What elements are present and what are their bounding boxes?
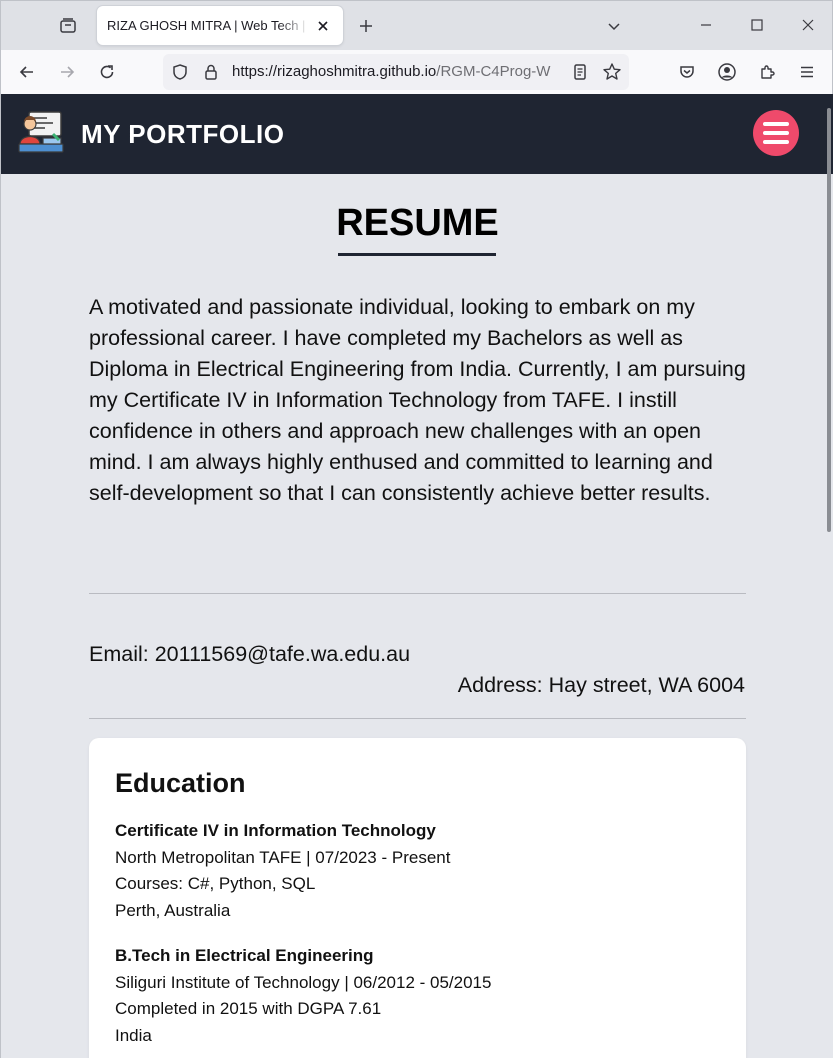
scrollbar-thumb[interactable] xyxy=(827,108,831,532)
url-text[interactable]: https://rizaghoshmitra.github.io/RGM-C4P… xyxy=(232,63,558,80)
active-tab[interactable]: RIZA GHOSH MITRA | Web Tech | Cert IV xyxy=(97,6,343,45)
minimize-icon xyxy=(701,24,711,26)
back-button[interactable] xyxy=(13,58,41,86)
tab-title: RIZA GHOSH MITRA | Web Tech | Cert IV xyxy=(107,18,309,33)
education-heading: Education xyxy=(115,768,246,798)
divider xyxy=(89,593,746,594)
education-detail: Completed in 2015 with DGPA 7.61 xyxy=(115,999,382,1018)
menu-bar-icon xyxy=(763,140,789,144)
maximize-button[interactable] xyxy=(734,9,780,41)
account-icon xyxy=(718,63,736,81)
url-path: /RGM-C4Prog-W xyxy=(436,63,551,80)
bookmark-star-icon[interactable] xyxy=(601,61,623,83)
close-tab-icon[interactable] xyxy=(313,16,333,36)
pocket-button[interactable] xyxy=(673,58,701,86)
divider xyxy=(89,718,746,719)
page-title: RESUME xyxy=(336,202,499,244)
institution: Siliguri Institute of Technology | 06/20… xyxy=(115,972,492,992)
page-viewport: MY PORTFOLIO RESUME A motivated and pass… xyxy=(0,94,833,1058)
extensions-button[interactable] xyxy=(753,58,781,86)
education-location: India xyxy=(115,1025,152,1045)
education-location: Perth, Australia xyxy=(115,900,231,920)
puzzle-icon xyxy=(761,65,775,79)
reader-view-icon[interactable] xyxy=(569,61,591,83)
menu-bar-icon xyxy=(763,122,789,126)
education-card: Education Certificate IV in Information … xyxy=(89,738,746,1058)
app-menu-button[interactable] xyxy=(793,58,821,86)
address-bar[interactable]: https://rizaghoshmitra.github.io/RGM-C4P… xyxy=(163,54,629,90)
degree-title: B.Tech in Electrical Engineering xyxy=(115,946,374,965)
maximize-icon xyxy=(751,19,763,31)
window-close-button[interactable] xyxy=(785,9,831,41)
new-tab-button[interactable] xyxy=(353,13,379,39)
education-entry: Certificate IV in Information Technology… xyxy=(115,818,450,924)
arrow-left-icon xyxy=(19,66,33,78)
heading-underline xyxy=(338,253,496,256)
list-all-tabs-button[interactable] xyxy=(601,13,627,39)
lock-icon[interactable] xyxy=(200,61,222,83)
institution: North Metropolitan TAFE | 07/2023 - Pres… xyxy=(115,847,451,867)
intro-paragraph: A motivated and passionate individual, l… xyxy=(89,295,746,505)
site-header: MY PORTFOLIO xyxy=(1,94,833,174)
portfolio-logo-icon[interactable] xyxy=(17,110,65,156)
firefox-view-button[interactable] xyxy=(55,13,81,39)
browser-tab-strip: RIZA GHOSH MITRA | Web Tech | Cert IV xyxy=(0,0,833,50)
site-title[interactable]: MY PORTFOLIO xyxy=(81,119,284,150)
education-entry: B.Tech in Electrical Engineering Siligur… xyxy=(115,943,491,1049)
degree-title: Certificate IV in Information Technology xyxy=(115,821,436,840)
arrow-right-icon xyxy=(61,66,75,78)
forward-button[interactable] xyxy=(53,58,81,86)
account-button[interactable] xyxy=(713,58,741,86)
education-detail: Courses: C#, Python, SQL xyxy=(115,874,316,893)
reload-icon xyxy=(100,65,114,79)
pocket-icon xyxy=(680,66,694,78)
plus-icon xyxy=(360,20,372,32)
minimize-button[interactable] xyxy=(683,9,729,41)
menu-bar-icon xyxy=(763,131,789,135)
hamburger-menu-icon xyxy=(801,66,813,78)
tab-list-icon xyxy=(60,18,76,33)
contact-email: Email: 20111569@tafe.wa.edu.au xyxy=(89,642,411,666)
menu-toggle-button[interactable] xyxy=(753,110,799,156)
browser-toolbar: https://rizaghoshmitra.github.io/RGM-C4P… xyxy=(0,50,833,94)
chevron-down-icon xyxy=(608,23,620,31)
shield-icon[interactable] xyxy=(169,61,191,83)
url-host: https://rizaghoshmitra.github.io xyxy=(232,63,437,80)
close-icon xyxy=(802,19,814,31)
contact-address: Address: Hay street, WA 6004 xyxy=(457,673,745,697)
reload-button[interactable] xyxy=(93,58,121,86)
